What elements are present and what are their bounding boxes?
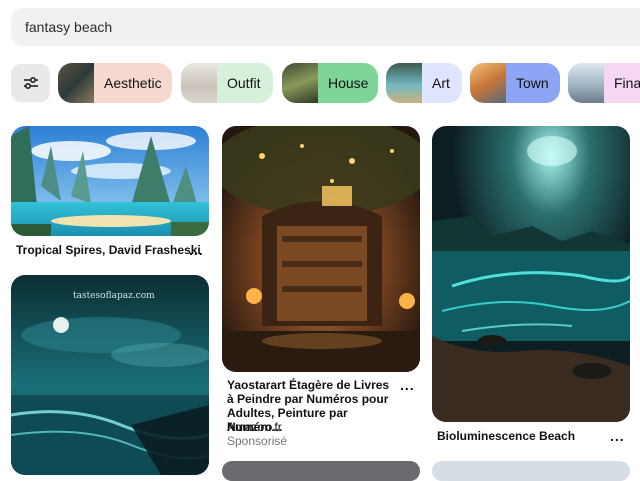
night-beach-artwork — [11, 275, 209, 475]
chip-thumbnail — [386, 63, 422, 103]
chip-thumbnail — [58, 63, 94, 103]
chip-final[interactable]: Final — [568, 63, 640, 103]
chip-house[interactable]: House — [282, 63, 378, 103]
chip-town[interactable]: Town — [470, 63, 560, 103]
pin-image-tropical-spires[interactable] — [11, 126, 209, 236]
tropical-spires-artwork — [11, 126, 209, 236]
search-input[interactable]: fantasy beach — [25, 19, 112, 35]
bioluminescence-beach-artwork — [432, 126, 630, 422]
pin-title[interactable]: Bioluminescence Beach — [437, 429, 607, 443]
filter-chips-row: Aesthetic Outfit House Art Town Final — [0, 62, 640, 104]
chip-label: Outfit — [227, 75, 261, 91]
pin-image-night-beach[interactable]: tastesoflapaz.com — [11, 275, 209, 475]
chip-thumbnail — [282, 63, 318, 103]
chip-thumbnail — [470, 63, 506, 103]
pin-image-bookshelf-tree[interactable] — [222, 126, 420, 372]
sponsored-label: Sponsorisé — [227, 434, 288, 448]
bookshelf-tree-artwork — [222, 126, 420, 372]
chip-label: Town — [516, 75, 549, 91]
search-bar[interactable]: fantasy beach — [11, 8, 640, 46]
chip-label: Final — [614, 75, 640, 91]
pin-title[interactable]: Tropical Spires, David Frasheski — [16, 243, 201, 257]
chip-outfit[interactable]: Outfit — [181, 63, 273, 103]
chip-art[interactable]: Art — [386, 63, 462, 103]
more-options-button[interactable]: ... — [189, 243, 204, 257]
chip-thumbnail — [181, 63, 217, 103]
chip-label: House — [328, 75, 369, 91]
pin-image-partial[interactable] — [222, 461, 420, 481]
pin-image-partial[interactable] — [432, 461, 630, 481]
chip-label: Art — [432, 75, 450, 91]
chip-label: Aesthetic — [104, 75, 162, 91]
pin-source[interactable]: Amazon.fr — [227, 420, 282, 434]
more-options-button[interactable]: ... — [610, 429, 625, 443]
chip-aesthetic[interactable]: Aesthetic — [58, 63, 172, 103]
chip-thumbnail — [568, 63, 604, 103]
more-options-button[interactable]: ... — [400, 378, 415, 392]
pin-image-bioluminescence-beach[interactable] — [432, 126, 630, 422]
filter-settings-button[interactable] — [11, 64, 50, 102]
sliders-icon — [23, 76, 38, 90]
image-watermark: tastesoflapaz.com — [73, 291, 155, 301]
